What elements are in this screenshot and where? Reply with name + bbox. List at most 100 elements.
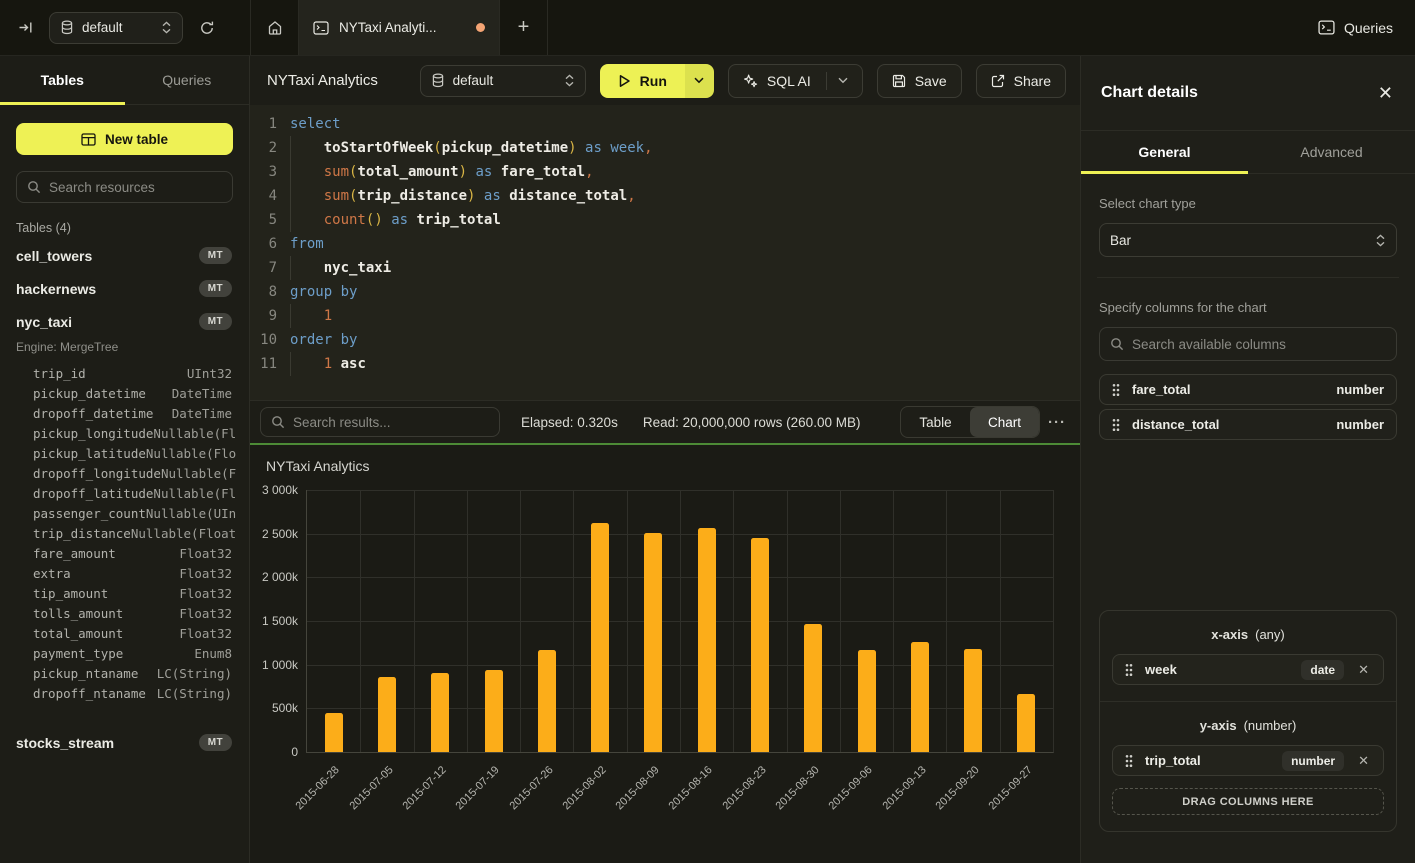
new-table-button[interactable]: New table: [16, 123, 233, 155]
column-row: passenger_countNullable(UIn: [0, 504, 249, 524]
v-gridline: [680, 490, 681, 752]
sql-console-app: default NYTaxi Analyti..: [0, 0, 1415, 863]
drag-handle-icon[interactable]: [1112, 418, 1120, 432]
chart-bar: [964, 649, 982, 752]
columns-label: Specify columns for the chart: [1099, 300, 1397, 315]
token: order by: [290, 332, 357, 348]
token: count: [324, 212, 366, 228]
query-tab[interactable]: NYTaxi Analyti...: [298, 0, 500, 55]
chart-type-select[interactable]: Bar: [1099, 223, 1397, 257]
line-number: 9: [250, 304, 277, 328]
queries-button[interactable]: Queries: [1318, 20, 1393, 36]
query-database-selector[interactable]: default: [420, 65, 586, 97]
table-row[interactable]: nyc_taxiMT: [0, 305, 249, 338]
view-toggle-table[interactable]: Table: [901, 407, 970, 437]
y-axis-tick-label: 500k: [272, 701, 298, 715]
database-selector[interactable]: default: [49, 12, 183, 44]
column-chip[interactable]: fare_totalnumber: [1099, 374, 1397, 405]
available-columns: fare_totalnumber distance_totalnumber: [1099, 374, 1397, 440]
token: ,: [627, 188, 635, 204]
share-button[interactable]: Share: [976, 64, 1066, 98]
view-toggle-chart[interactable]: Chart: [970, 407, 1039, 437]
sidebar-tab-queries[interactable]: Queries: [125, 56, 250, 104]
table-name: hackernews: [16, 281, 96, 297]
more-options-button[interactable]: ···: [1048, 414, 1066, 431]
columns-search-input[interactable]: [1132, 337, 1386, 352]
drag-handle-icon[interactable]: [1112, 383, 1120, 397]
indent-guide: [290, 160, 291, 184]
share-icon: [991, 74, 1005, 88]
x-axis-tick-label: 2015-07-12: [400, 764, 448, 812]
tab-general[interactable]: General: [1081, 131, 1248, 173]
x-axis-tick-label: 2015-09-06: [827, 764, 875, 812]
y-axis-column-chip[interactable]: trip_total number ✕: [1112, 745, 1384, 776]
token: as: [391, 212, 408, 228]
database-selector-value: default: [82, 20, 153, 35]
token: [290, 260, 324, 276]
drag-handle-icon[interactable]: [1125, 754, 1133, 768]
collapse-sidebar-button[interactable]: [14, 16, 37, 39]
tab-advanced[interactable]: Advanced: [1248, 131, 1415, 173]
column-name: total_amount: [33, 624, 123, 644]
chart-details-title: Chart details: [1101, 84, 1198, 102]
y-axis-hint: (number): [1244, 718, 1297, 733]
results-search-input[interactable]: [293, 415, 489, 430]
code-text: group by: [290, 280, 357, 304]
line-number: 4: [250, 184, 277, 208]
code-line: 6from: [250, 232, 1080, 256]
token: as: [484, 188, 501, 204]
close-panel-button[interactable]: ✕: [1378, 83, 1393, 104]
column-chip[interactable]: distance_totalnumber: [1099, 409, 1397, 440]
run-options-button[interactable]: [685, 64, 714, 98]
code-text: sum(trip_distance) as distance_total,: [290, 184, 636, 208]
refresh-button[interactable]: [195, 16, 219, 40]
code-text: from: [290, 232, 324, 256]
y-axis-tick-label: 1 500k: [262, 614, 298, 628]
line-number: 3: [250, 160, 277, 184]
chart-title: NYTaxi Analytics: [266, 458, 369, 474]
results-bar: Elapsed: 0.320s Read: 20,000,000 rows (2…: [250, 400, 1080, 443]
chart-bar: [911, 642, 929, 752]
sql-editor[interactable]: 1select2 toStartOfWeek(pickup_datetime) …: [250, 105, 1080, 400]
column-row: total_amountFloat32: [0, 624, 249, 644]
new-tab-button[interactable]: +: [500, 0, 548, 55]
elapsed-stat: Elapsed: 0.320s: [521, 415, 618, 430]
remove-y-axis-column-button[interactable]: ✕: [1356, 753, 1371, 769]
code-text: count() as trip_total: [290, 208, 501, 232]
column-row: fare_amountFloat32: [0, 544, 249, 564]
table-engine-badge: MT: [199, 280, 232, 297]
column-name: fare_amount: [33, 544, 116, 564]
drag-columns-drop-zone[interactable]: DRAG COLUMNS HERE: [1112, 788, 1384, 815]
x-axis-section: x-axis(any) week date ✕: [1100, 611, 1396, 701]
columns-search: [1099, 327, 1397, 361]
drag-handle-icon[interactable]: [1125, 663, 1133, 677]
token: trip_total: [416, 212, 500, 228]
home-icon: [267, 20, 283, 36]
sql-ai-button[interactable]: SQL AI: [728, 64, 863, 98]
table-row[interactable]: hackernews MT: [0, 272, 249, 305]
v-gridline: [840, 490, 841, 752]
table-row[interactable]: stocks_streamMT: [0, 726, 249, 759]
chart-bar: [858, 650, 876, 752]
chart-bar: [804, 624, 822, 752]
chart-panel: NYTaxi Analytics 0500k1 000k1 500k2 000k…: [250, 445, 1080, 863]
line-number: 1: [250, 112, 277, 136]
column-row: dropoff_ntanameLC(String): [0, 684, 249, 704]
token: pickup_datetime: [442, 140, 568, 156]
home-button[interactable]: [251, 0, 298, 55]
sidebar-tab-tables[interactable]: Tables: [0, 56, 125, 104]
token: ): [374, 212, 382, 228]
token: from: [290, 236, 324, 252]
save-button[interactable]: Save: [877, 64, 962, 98]
x-axis-tick-label: 2015-08-30: [773, 764, 821, 812]
terminal-icon: [313, 21, 329, 35]
remove-x-axis-column-button[interactable]: ✕: [1356, 662, 1371, 678]
sidebar-search-input[interactable]: [49, 180, 222, 195]
run-button[interactable]: Run: [600, 64, 685, 98]
x-axis-hint: (any): [1255, 627, 1285, 642]
chart-bar: [485, 670, 503, 752]
x-axis-column-chip[interactable]: week date ✕: [1112, 654, 1384, 685]
read-stat: Read: 20,000,000 rows (260.00 MB): [643, 415, 861, 430]
chevron-updown-icon: [161, 21, 172, 34]
table-row[interactable]: cell_towersMT: [0, 239, 249, 272]
